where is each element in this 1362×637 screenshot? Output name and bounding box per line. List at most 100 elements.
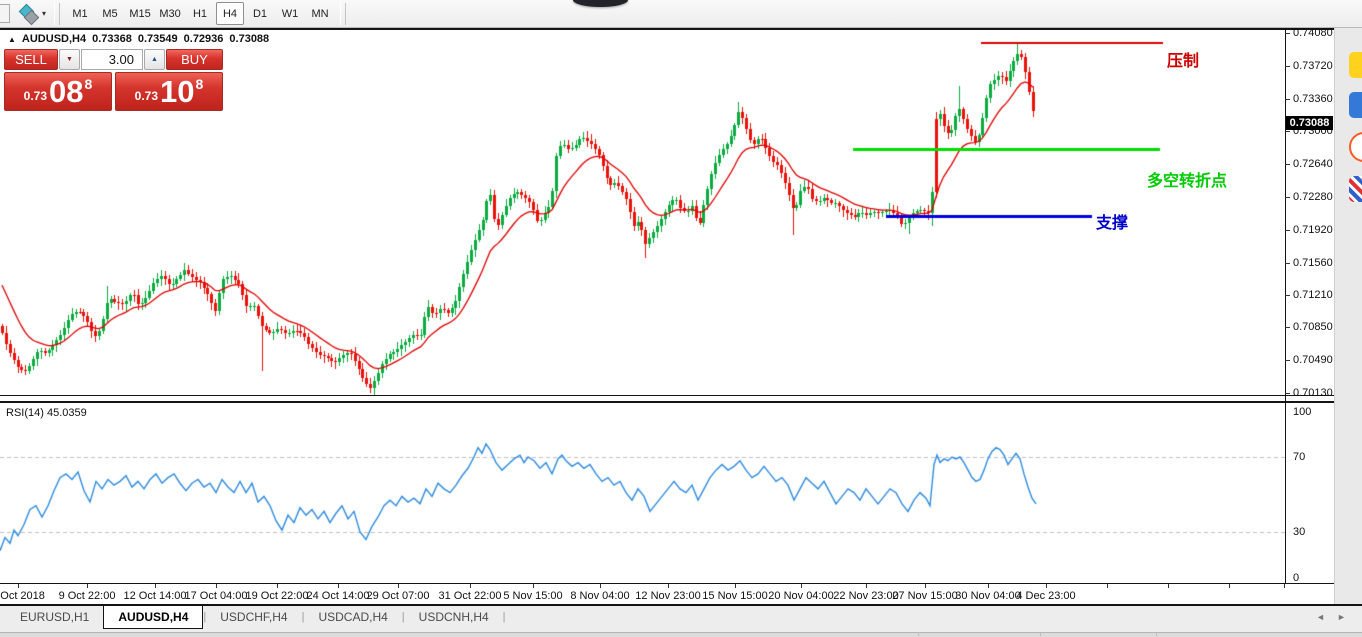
rsi-axis-label: 0 <box>1293 572 1299 584</box>
time-axis-tick <box>216 584 217 588</box>
time-axis-tick <box>1284 584 1285 588</box>
timeframe-button-d1[interactable]: D1 <box>246 2 274 25</box>
tab-scroll-left-icon[interactable]: ◄ <box>1316 612 1325 622</box>
time-axis-label: 30 Nov 04:00 <box>955 590 1020 602</box>
price-axis-tick <box>1285 393 1290 394</box>
time-axis-tick <box>988 584 989 588</box>
symbol-period-label: AUDUSD,H4 <box>22 33 86 45</box>
price-axis-tick <box>1285 66 1290 67</box>
tab-usdcad-h4[interactable]: USDCAD,H4 <box>304 606 401 627</box>
toolbar-separator <box>54 3 60 25</box>
volume-decrease-button[interactable]: ▼ <box>59 49 80 70</box>
time-axis-tick <box>277 584 278 588</box>
price-axis-label: 0.71210 <box>1293 289 1333 301</box>
time-axis-tick <box>18 584 19 588</box>
tab-scroll-right-icon[interactable]: ► <box>1337 612 1346 622</box>
redblue-app-icon[interactable] <box>1349 176 1362 202</box>
price-axis-border <box>1285 28 1286 584</box>
bid-pip-digit: 8 <box>85 76 93 92</box>
sell-button[interactable]: SELL <box>4 49 58 70</box>
buy-button[interactable]: BUY <box>166 49 223 70</box>
ask-pip-digit: 8 <box>196 76 204 92</box>
time-axis-tick <box>338 584 339 588</box>
price-axis-tick <box>1285 295 1290 296</box>
rsi-indicator-chart[interactable] <box>0 403 1285 583</box>
quote-bar: ▲ AUDUSD,H4 0.73368 0.73549 0.72936 0.73… <box>8 33 269 45</box>
timeframe-button-h4[interactable]: H4 <box>216 2 244 25</box>
timeframe-button-mn[interactable]: MN <box>306 2 334 25</box>
clipped-tool-icon[interactable] <box>0 4 10 23</box>
price-axis-tick <box>1285 164 1290 165</box>
time-axis-tick <box>533 584 534 588</box>
time-axis-tick <box>1229 584 1230 588</box>
ask-big-digits: 10 <box>160 77 194 107</box>
price-axis-label: 0.72280 <box>1293 191 1333 203</box>
toolbar-separator <box>340 3 346 25</box>
new-order-icon[interactable] <box>18 4 40 24</box>
time-axis-label: 31 Oct 22:00 <box>439 590 502 602</box>
price-axis-label: 0.72640 <box>1293 158 1333 170</box>
quote-open: 0.73368 <box>92 33 132 45</box>
chart-bottom-border <box>0 395 1334 396</box>
time-axis-tick <box>1046 584 1047 588</box>
ask-price-panel[interactable]: 0.73 10 8 <box>115 72 223 111</box>
chevron-down-icon[interactable]: ▾ <box>42 9 46 18</box>
bid-prefix: 0.73 <box>24 89 47 103</box>
one-click-trading-widget: SELL ▼ 3.00 ▲ BUY 0.73 08 8 0.73 10 8 <box>4 49 223 111</box>
chart-top-border <box>0 28 1334 30</box>
status-strip-divider <box>918 632 919 636</box>
price-axis-label: 0.73720 <box>1293 60 1333 72</box>
timeframe-button-m1[interactable]: M1 <box>66 2 94 25</box>
timeframe-button-m30[interactable]: M30 <box>156 2 184 25</box>
time-axis-label: 17 Oct 04:00 <box>185 590 248 602</box>
rsi-top-border[interactable] <box>0 401 1334 403</box>
blue-app-icon[interactable] <box>1349 92 1362 118</box>
time-axis-label: 27 Nov 15:00 <box>892 590 957 602</box>
volume-input[interactable]: 3.00 <box>81 49 143 70</box>
price-axis-tick <box>1285 99 1290 100</box>
volume-increase-button[interactable]: ▲ <box>144 49 165 70</box>
rsi-axis-label: 30 <box>1293 526 1305 538</box>
time-axis-tick <box>1107 584 1108 588</box>
ask-prefix: 0.73 <box>135 89 158 103</box>
time-axis-label: 5 Oct 2018 <box>0 590 45 602</box>
resistance-label[interactable]: 压制 <box>1167 47 1199 71</box>
status-strip <box>0 632 1362 637</box>
desktop-edge-strip <box>1334 28 1362 604</box>
tab-usdcnh-h4[interactable]: USDCNH,H4 <box>405 606 503 627</box>
bid-price-panel[interactable]: 0.73 08 8 <box>4 72 112 111</box>
tab-separator: | <box>503 606 506 627</box>
quote-high: 0.73549 <box>138 33 178 45</box>
rsi-axis-label: 100 <box>1293 406 1311 418</box>
current-price-tag: 0.73088 <box>1286 116 1333 130</box>
time-axis-tick <box>155 584 156 588</box>
support-label[interactable]: 支撑 <box>1096 209 1128 233</box>
top-toolbar: ▾ M1M5M15M30H1H4D1W1MN <box>0 0 1362 28</box>
orange-app-icon[interactable] <box>1349 132 1362 162</box>
tab-eurusd-h1[interactable]: EURUSD,H1 <box>6 606 103 627</box>
price-axis-tick <box>1285 327 1290 328</box>
yellow-app-icon[interactable] <box>1349 52 1362 78</box>
collapse-arrow-icon[interactable]: ▲ <box>8 35 16 44</box>
timeframe-button-w1[interactable]: W1 <box>276 2 304 25</box>
price-axis-tick <box>1285 360 1290 361</box>
time-axis-tick <box>668 584 669 588</box>
time-axis-tick <box>735 584 736 588</box>
timeframe-button-group: M1M5M15M30H1H4D1W1MN <box>65 2 335 25</box>
time-axis-tick <box>398 584 399 588</box>
time-axis-label: 5 Nov 15:00 <box>503 590 562 602</box>
timeframe-button-h1[interactable]: H1 <box>186 2 214 25</box>
timeframe-button-m15[interactable]: M15 <box>126 2 154 25</box>
tab-audusd-h4[interactable]: AUDUSD,H4 <box>103 606 203 629</box>
pivot-label[interactable]: 多空转折点 <box>1147 167 1227 191</box>
time-axis-label: 24 Oct 14:00 <box>307 590 370 602</box>
price-axis-tick <box>1285 131 1290 132</box>
chart-tab-bar: EURUSD,H1AUDUSD,H4|USDCHF,H4|USDCAD,H4|U… <box>0 606 1362 632</box>
price-axis-label: 0.73360 <box>1293 93 1333 105</box>
timeframe-button-m5[interactable]: M5 <box>96 2 124 25</box>
time-axis-label: 12 Oct 14:00 <box>124 590 187 602</box>
time-axis-label: 19 Oct 22:00 <box>246 590 309 602</box>
rsi-value-label: RSI(14) 45.0359 <box>6 407 87 419</box>
quote-low: 0.72936 <box>184 33 224 45</box>
tab-usdchf-h4[interactable]: USDCHF,H4 <box>206 606 301 627</box>
